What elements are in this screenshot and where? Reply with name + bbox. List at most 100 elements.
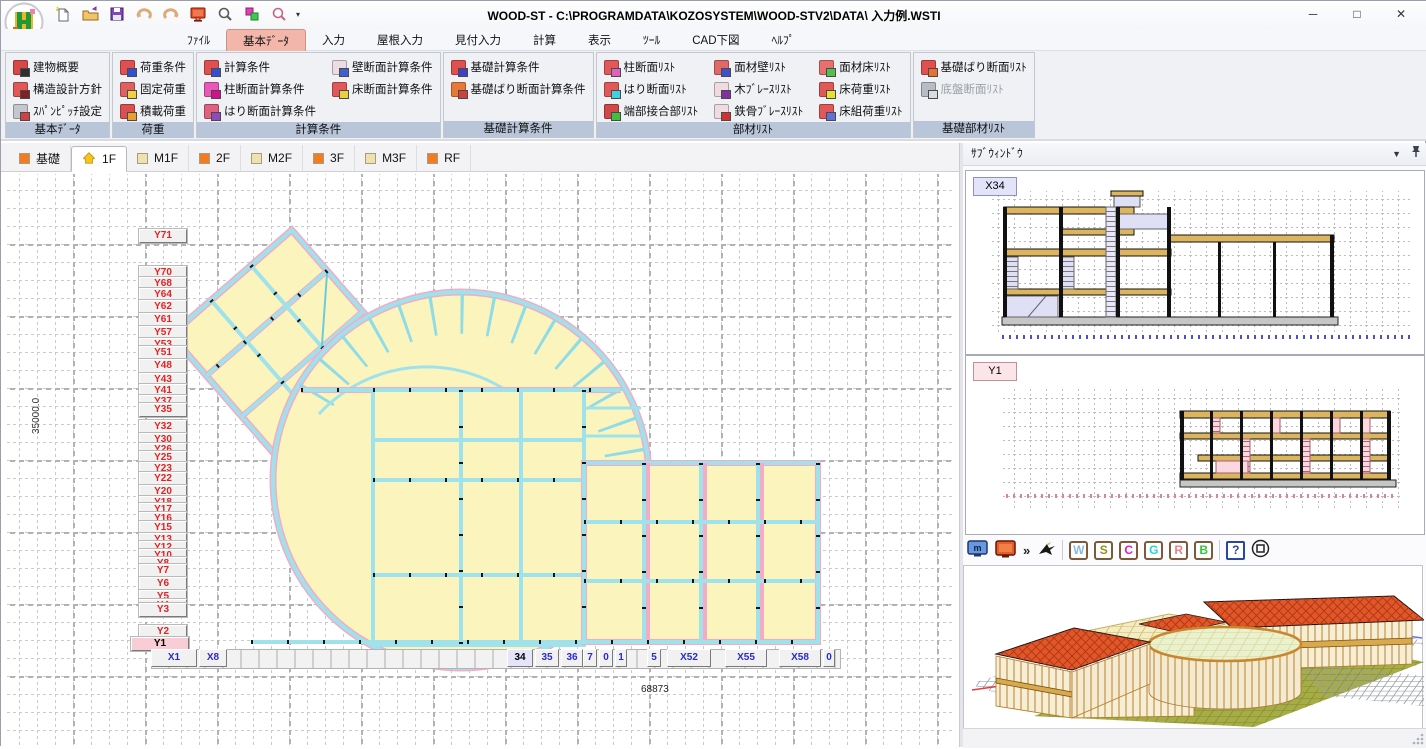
ribbon-item-wall-section-calc[interactable]: 壁断面計算条件: [330, 56, 435, 78]
fit-view-icon[interactable]: [1251, 539, 1270, 561]
elevation-view-y1[interactable]: Y1: [965, 355, 1425, 535]
x-axis-label-X52[interactable]: X52: [667, 649, 711, 667]
ribbon-item-end-joint-list[interactable]: 端部接合部ﾘｽﾄ: [602, 100, 701, 122]
layer-w-icon[interactable]: W: [1069, 541, 1088, 560]
fly-mode-icon[interactable]: [1036, 540, 1056, 560]
x-axis-label-X55[interactable]: X55: [725, 649, 767, 667]
maximize-button[interactable]: □: [1335, 1, 1379, 27]
floor-tab-M3F[interactable]: M3F: [355, 145, 417, 171]
ribbon-item-dead-load[interactable]: 固定荷重: [118, 78, 188, 100]
bottom-scrollbar[interactable]: [963, 728, 1426, 748]
x-axis-label-X1[interactable]: X1: [151, 649, 197, 667]
ribbon-item-live-load[interactable]: 積載荷重: [118, 100, 188, 122]
floor-tab-3F[interactable]: 3F: [303, 145, 355, 171]
floor-tab-label: 3F: [330, 151, 344, 165]
y-axis-label-Y51[interactable]: Y51: [139, 346, 187, 360]
ribbon-item-wood-brace-list[interactable]: 木ﾌﾞﾚｰｽﾘｽﾄ: [712, 78, 805, 100]
ribbon-item-steel-brace-list[interactable]: 鉄骨ﾌﾞﾚｰｽﾘｽﾄ: [712, 100, 805, 122]
y1-view-label[interactable]: Y1: [973, 362, 1017, 381]
ribbon-item-floor-load-list[interactable]: 床荷重ﾘｽﾄ: [817, 78, 904, 100]
menu-tab-2[interactable]: 入力: [306, 29, 361, 51]
x-axis-label-0[interactable]: 0: [599, 649, 613, 667]
y-axis-label-Y22[interactable]: Y22: [139, 472, 187, 486]
design-policy-icon: [13, 82, 28, 97]
menu-tab-5[interactable]: 計算: [517, 29, 572, 51]
floor-tab-M2F[interactable]: M2F: [241, 145, 303, 171]
ribbon-item-floor-frame-load-list[interactable]: 床組荷重ﾘｽﾄ: [817, 100, 904, 122]
menu-tab-7[interactable]: ﾂｰﾙ: [627, 29, 676, 51]
floor-tab-label: 1F: [102, 152, 116, 166]
menu-tab-4[interactable]: 見付入力: [439, 29, 517, 51]
x-axis-label-35[interactable]: 35: [535, 649, 559, 667]
elevation-view-x34[interactable]: X34: [965, 170, 1425, 355]
ribbon-group-0: 建物概要構造設計方針ｽﾊﾟﾝﾋﾟｯﾁ設定基本ﾃﾞｰﾀ: [5, 52, 110, 138]
y-axis-label-Y71[interactable]: Y71: [139, 229, 187, 243]
x34-view-label[interactable]: X34: [973, 177, 1017, 196]
layer-r-icon[interactable]: R: [1169, 541, 1188, 560]
resize-grip[interactable]: [1411, 732, 1425, 749]
y-axis-label-Y62[interactable]: Y62: [139, 300, 187, 314]
x-axis-label-7[interactable]: 7: [583, 649, 597, 667]
ribbon-item-load-condition[interactable]: 荷重条件: [118, 56, 188, 78]
layer-b-icon[interactable]: B: [1194, 541, 1213, 560]
floor-tab-1F[interactable]: 1F: [71, 146, 127, 172]
x-axis-label-1[interactable]: 1: [615, 649, 627, 667]
menu-tab-1[interactable]: 基本ﾃﾞｰﾀ: [226, 29, 306, 51]
y-axis-label-Y61[interactable]: Y61: [139, 313, 187, 327]
menu-tab-0[interactable]: ﾌｧｲﾙ: [171, 29, 226, 51]
x-axis-label-36[interactable]: 36: [561, 649, 583, 667]
ribbon-item-column-section-calc[interactable]: 柱断面計算条件: [202, 78, 318, 100]
ribbon-item-panel-wall-list[interactable]: 面材壁ﾘｽﾄ: [712, 56, 805, 78]
menu-tab-6[interactable]: 表示: [572, 29, 627, 51]
live-load-icon: [120, 104, 135, 119]
y-axis-label-Y3[interactable]: Y3: [139, 603, 187, 617]
y-axis-label-Y48[interactable]: Y48: [139, 359, 187, 373]
layer-s-icon[interactable]: S: [1094, 541, 1113, 560]
ribbon-item-label: 壁断面計算条件: [352, 59, 433, 75]
floor-tab-RF[interactable]: RF: [417, 145, 471, 171]
menu-tab-9[interactable]: ﾍﾙﾌﾟ: [756, 29, 811, 51]
view-3d[interactable]: [963, 565, 1423, 730]
floor-tab-基礎[interactable]: 基礎: [9, 145, 71, 171]
y-axis-label-Y6[interactable]: Y6: [139, 577, 187, 591]
floor-tab-2F[interactable]: 2F: [189, 145, 241, 171]
x-axis-label-X58[interactable]: X58: [779, 649, 821, 667]
chevron-expand-icon[interactable]: »: [1023, 543, 1030, 558]
ribbon-item-floor-section-calc[interactable]: 床断面計算条件: [330, 78, 435, 100]
menu-tab-3[interactable]: 屋根入力: [361, 29, 439, 51]
close-button[interactable]: ✕: [1379, 1, 1423, 27]
ribbon-item-beam-section-list[interactable]: はり断面ﾘｽﾄ: [602, 78, 701, 100]
y-axis-label-Y7[interactable]: Y7: [139, 564, 187, 578]
y-axis-label-Y35[interactable]: Y35: [139, 403, 187, 417]
display-monitor-icon[interactable]: [995, 539, 1017, 562]
panel-wall-list-icon: [714, 60, 729, 75]
minimize-button[interactable]: ─: [1291, 1, 1335, 27]
ribbon-item-design-policy[interactable]: 構造設計方針: [11, 78, 104, 100]
ribbon-group-2: 計算条件柱断面計算条件はり断面計算条件壁断面計算条件床断面計算条件計算条件: [196, 52, 441, 138]
ribbon-item-column-section-list[interactable]: 柱断面ﾘｽﾄ: [602, 56, 701, 78]
x-axis-label-X8[interactable]: X8: [199, 649, 227, 667]
ribbon-item-calc-condition[interactable]: 計算条件: [202, 56, 318, 78]
layer-c-icon[interactable]: C: [1119, 541, 1138, 560]
ribbon-item-foundation-beam-list[interactable]: 基礎ばり断面ﾘｽﾄ: [919, 56, 1029, 78]
steel-brace-list-icon: [714, 104, 729, 119]
help-icon[interactable]: ?: [1226, 541, 1245, 560]
ribbon-item-foundation-calc[interactable]: 基礎計算条件: [449, 56, 588, 78]
layer-g-icon[interactable]: G: [1144, 541, 1163, 560]
cad-plan-area[interactable]: 35000.0 68873 Y71Y70Y68Y64Y62Y61Y57Y53Y5…: [1, 171, 959, 748]
pin-icon[interactable]: [1411, 143, 1421, 165]
floor-tab-M1F[interactable]: M1F: [127, 145, 189, 171]
ribbon-item-beam-section-calc[interactable]: はり断面計算条件: [202, 100, 318, 122]
y-axis-label-Y32[interactable]: Y32: [139, 420, 187, 434]
ribbon-item-building-overview[interactable]: 建物概要: [11, 56, 104, 78]
model-monitor-icon[interactable]: m: [967, 539, 989, 562]
menu-tab-8[interactable]: CAD下図: [676, 29, 755, 51]
x-axis-label-5[interactable]: 5: [647, 649, 661, 667]
ribbon-item-span-pitch[interactable]: ｽﾊﾟﾝﾋﾟｯﾁ設定: [11, 100, 104, 122]
x-axis-label-34[interactable]: 34: [507, 649, 533, 667]
ribbon-item-base-slab-list[interactable]: 底盤断面ﾘｽﾄ: [919, 78, 1029, 100]
collapse-icon[interactable]: ▼: [1392, 143, 1401, 165]
x-axis-label-0[interactable]: 0: [823, 649, 835, 667]
ribbon-item-foundation-beam-calc[interactable]: 基礎ばり断面計算条件: [449, 78, 588, 100]
ribbon-item-panel-floor-list[interactable]: 面材床ﾘｽﾄ: [817, 56, 904, 78]
